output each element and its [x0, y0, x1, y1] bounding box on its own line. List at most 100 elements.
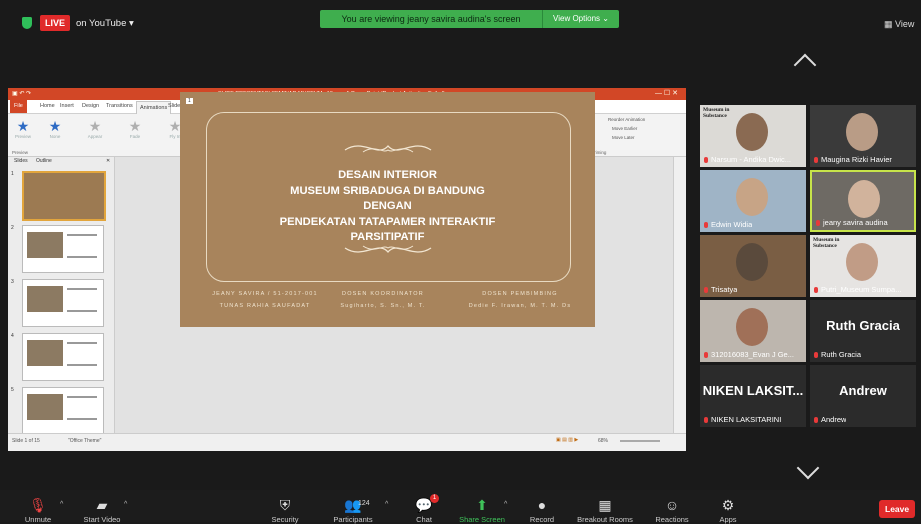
chevron-up-icon[interactable]: ^	[385, 501, 388, 508]
zoom-level[interactable]: 68%	[598, 438, 608, 444]
credit-coordinator: DOSEN KOORDINATOR Sugiharto, S. Sn., M. …	[328, 288, 438, 312]
ppt-tab-insert[interactable]: Insert	[60, 100, 74, 113]
muted-mic-icon	[704, 417, 708, 424]
participant-tile[interactable]: 312016083_Evan J Ge...	[700, 300, 806, 362]
thumbnail-image	[27, 340, 63, 366]
preview-label: Preview	[14, 134, 31, 139]
star-icon: ★	[48, 118, 62, 134]
chevron-up-icon[interactable]: ^	[60, 501, 63, 508]
slides-pane: Slides Outline ✕ 1 2 3 4 5	[8, 157, 115, 435]
ppt-tab-home[interactable]: Home	[40, 100, 55, 113]
participant-tile[interactable]: NIKEN LAKSIT... NIKEN LAKSITARINI	[700, 365, 806, 427]
muted-mic-icon	[814, 352, 818, 359]
quick-access-icons[interactable]: ▣ ↶ ↷	[12, 88, 31, 100]
timing-group-label: Timing	[593, 150, 607, 155]
window-controls[interactable]: — ☐ ✕	[655, 88, 678, 100]
breakout-rooms-button[interactable]: ▦ Breakout Rooms	[570, 497, 640, 524]
ppt-tab-file[interactable]: File	[10, 100, 27, 113]
credit-line: Sugiharto, S. Sn., M. T.	[340, 303, 426, 309]
live-badge[interactable]: LIVE	[40, 15, 71, 31]
credit-line: DOSEN KOORDINATOR	[342, 291, 424, 297]
current-slide: 1 DESAIN INTERIOR MUSEUM SRIBADUGA DI BA…	[180, 92, 595, 327]
museum-logo: Museum in Substance	[703, 107, 730, 119]
tab-outline[interactable]: Outline	[36, 158, 52, 164]
ornament-top	[344, 144, 431, 153]
participant-name: Edwin Widia	[711, 220, 753, 229]
close-icon[interactable]: ✕	[106, 158, 110, 164]
ornament-bottom	[344, 245, 431, 254]
animation-label: Fly In	[169, 134, 181, 139]
credit-supervisor: DOSEN PEMBIMBING Dedie F. Irawan, M. T. …	[460, 288, 580, 312]
participant-tile[interactable]: Edwin Widia	[700, 170, 806, 232]
move-later-button[interactable]: Move Later	[612, 135, 635, 140]
participant-count: 124	[358, 500, 370, 507]
thumbnail-image	[27, 394, 63, 420]
zoom-slider[interactable]	[620, 440, 660, 442]
security-button[interactable]: ⛨ Security	[250, 497, 320, 524]
participant-tile[interactable]: Andrew Andrew	[810, 365, 916, 427]
security-shield-icon	[22, 17, 32, 29]
apps-button[interactable]: ⚙ Apps	[693, 497, 763, 524]
participant-tile[interactable]: Ruth Gracia Ruth Gracia	[810, 300, 916, 362]
animation-fade-button[interactable]: ★ Fade	[122, 118, 148, 139]
slide-thumbnail[interactable]	[22, 171, 106, 221]
record-label: Record	[529, 515, 555, 524]
preview-button[interactable]: ★ Preview	[10, 118, 36, 139]
participant-name: NIKEN LAKSITARINI	[711, 415, 782, 424]
chevron-up-icon[interactable]	[793, 53, 817, 77]
participant-tile[interactable]: Trisatya	[700, 235, 806, 297]
participant-name: Putri_Museum Sumpa...	[821, 285, 902, 294]
credit-line: Dedie F. Irawan, M. T. M. Ds	[468, 303, 572, 309]
muted-mic-icon	[814, 417, 818, 424]
title-line: DENGAN	[363, 200, 412, 212]
participant-tile[interactable]: Maugina Rizki Havier	[810, 105, 916, 167]
tab-slides[interactable]: Slides	[14, 158, 28, 164]
shield-icon: ⛨	[279, 497, 291, 513]
record-button[interactable]: ● Record	[507, 497, 577, 524]
participant-name: 312016083_Evan J Ge...	[711, 350, 794, 359]
apps-icon: ⚙	[721, 497, 735, 513]
participant-name-label: Maugina Rizki Havier	[814, 155, 892, 164]
thumbnail-text-lines	[67, 288, 97, 312]
participants-button[interactable]: 👥 Participants	[318, 497, 388, 524]
star-icon: ★	[128, 118, 142, 134]
participant-display-name: NIKEN LAKSIT...	[702, 383, 804, 398]
vertical-scrollbar[interactable]	[673, 157, 686, 433]
animation-none-button[interactable]: ★ None	[42, 118, 68, 139]
security-label: Security	[271, 515, 299, 524]
participant-tile[interactable]: jeany savira audina	[810, 170, 916, 232]
leave-button[interactable]: Leave	[879, 500, 916, 518]
participant-tile[interactable]: Museum in Substance Narsum - Andika Dwic.…	[700, 105, 806, 167]
participant-tile[interactable]: Museum in Substance Putri_Museum Sumpa...	[810, 235, 916, 297]
chevron-up-icon[interactable]: ^	[124, 501, 127, 508]
credit-line: JEANY SAVIRA / 51-2017-001	[212, 291, 318, 297]
view-buttons[interactable]: ▣ ▤ ▥ ▶	[556, 437, 578, 443]
ppt-tab-animations[interactable]: Animations	[136, 101, 172, 114]
slide-thumbnail[interactable]	[22, 333, 104, 381]
muted-mic-icon	[704, 222, 708, 229]
chevron-down-icon[interactable]	[796, 456, 820, 480]
apps-label: Apps	[719, 515, 737, 524]
ppt-tab-design[interactable]: Design	[82, 100, 99, 113]
ppt-tab-transitions[interactable]: Transitions	[106, 100, 133, 113]
participants-label: Participants	[333, 515, 373, 524]
grid-icon: ▦	[884, 19, 893, 29]
start-video-label: Start Video	[83, 515, 121, 524]
muted-mic-icon	[816, 220, 820, 227]
viewing-screen-banner: You are viewing jeany savira audina's sc…	[320, 10, 542, 28]
view-options-label: View Options	[553, 14, 601, 23]
move-earlier-button[interactable]: Move Earlier	[612, 126, 637, 131]
slide-thumbnail[interactable]	[22, 387, 104, 435]
participant-name-label: 312016083_Evan J Ge...	[704, 350, 794, 359]
youtube-stream-label[interactable]: on YouTube ▾	[76, 18, 134, 29]
view-options-button[interactable]: View Options ⌄	[542, 10, 619, 28]
slide-number: 1	[186, 98, 193, 104]
participant-name-label: Trisatya	[704, 285, 737, 294]
slide-thumbnail[interactable]	[22, 225, 104, 273]
participant-video-avatar	[846, 113, 878, 151]
muted-mic-icon	[814, 157, 818, 164]
thumbnail-number: 4	[11, 333, 14, 339]
slide-thumbnail[interactable]	[22, 279, 104, 327]
animation-appear-button[interactable]: ★ Appear	[82, 118, 108, 139]
view-button[interactable]: ▦ View	[884, 19, 914, 30]
